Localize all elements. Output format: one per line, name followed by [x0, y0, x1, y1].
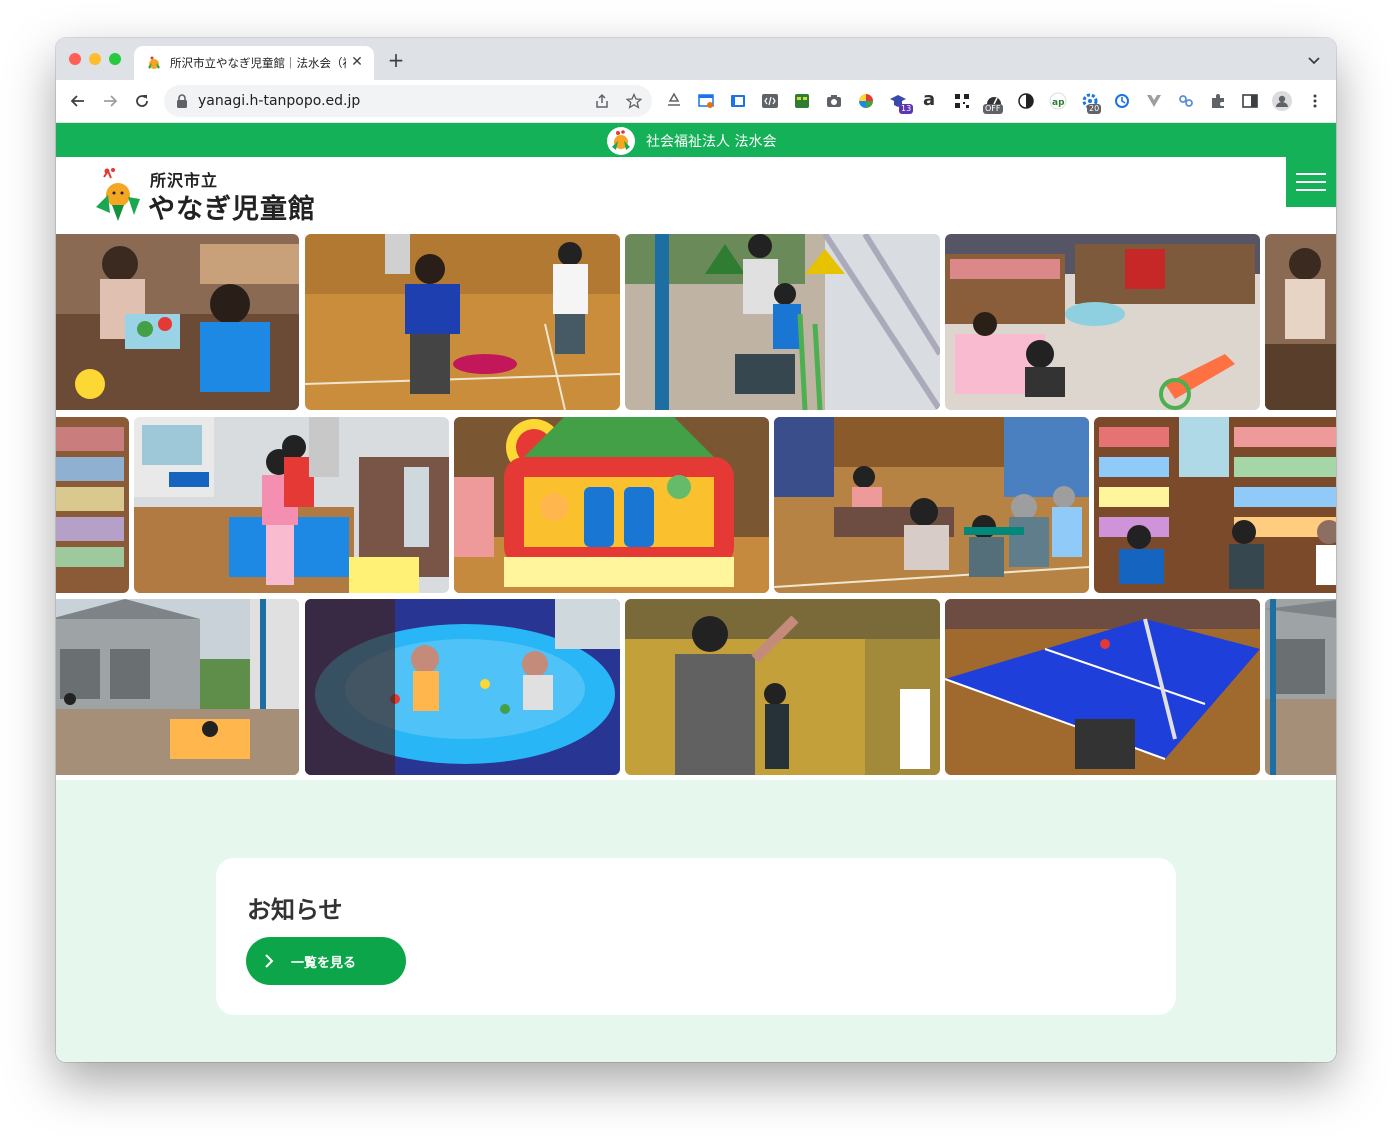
side-panel-icon[interactable]	[1241, 92, 1259, 110]
minimize-window-button[interactable]	[89, 53, 101, 65]
org-logo	[607, 127, 635, 155]
gallery-photo	[945, 234, 1260, 410]
news-title: お知らせ	[247, 896, 343, 924]
gallery-photo	[774, 417, 1089, 593]
news-section: お知らせ 一覧を見る	[216, 858, 1176, 1015]
extension-badge-13: 13	[899, 104, 914, 114]
hamburger-line	[1296, 181, 1326, 183]
qr-code-extension-icon[interactable]	[953, 92, 971, 110]
gallery-photo	[454, 417, 769, 593]
code-box-extension-icon[interactable]	[729, 92, 747, 110]
site-header: 所沢市立 やなぎ児童館	[56, 157, 1336, 234]
svg-text:ap: ap	[1052, 98, 1065, 108]
gallery-photo	[305, 599, 620, 775]
hamburger-menu-button[interactable]	[1286, 157, 1336, 207]
gallery-photo	[56, 417, 129, 593]
mascot-favicon-icon	[148, 56, 160, 69]
hamburger-line	[1296, 189, 1326, 191]
address-bar[interactable]: yanagi.h-tanpopo.ed.jp	[164, 85, 652, 117]
tab-title: 所沢市立やなぎ児童館｜法水会（福	[170, 56, 346, 70]
active-tab[interactable]: 所沢市立やなぎ児童館｜法水会（福 ✕	[134, 46, 374, 80]
camera-extension-icon[interactable]	[825, 92, 843, 110]
vue-devtools-extension-icon[interactable]	[1145, 92, 1163, 110]
gallery-photo	[134, 417, 449, 593]
browser-toolbar: yanagi.h-tanpopo.ed.jp 13 a OFF ap 20	[56, 80, 1336, 123]
lock-icon	[177, 94, 187, 108]
facility-name[interactable]: やなぎ児童館	[148, 187, 316, 226]
view-all-label: 一覧を見る	[291, 956, 357, 971]
maximize-window-button[interactable]	[109, 53, 121, 65]
kebab-menu-icon[interactable]	[1306, 92, 1324, 110]
share-icon[interactable]	[594, 93, 610, 109]
gallery-photo	[1265, 234, 1336, 410]
photo-gallery	[56, 234, 1336, 780]
bookmark-star-icon[interactable]	[626, 93, 642, 109]
back-arrow-icon[interactable]	[68, 91, 88, 111]
gallery-photo	[625, 234, 940, 410]
browser-window: 所沢市立やなぎ児童館｜法水会（福 ✕ + yanagi.h-tanpopo.ed…	[56, 38, 1336, 1062]
forward-arrow-icon[interactable]	[100, 91, 120, 111]
gallery-photo	[625, 599, 940, 775]
chevron-down-icon[interactable]	[1306, 52, 1322, 68]
org-name: 社会福祉法人 法水会	[646, 134, 777, 150]
desktop-background: 所沢市立やなぎ児童館｜法水会（福 ✕ + yanagi.h-tanpopo.ed…	[0, 0, 1392, 1136]
puzzle-extensions-icon[interactable]	[1209, 92, 1227, 110]
window-extension-icon[interactable]	[697, 92, 715, 110]
html-tag-extension-icon[interactable]	[761, 92, 779, 110]
tab-strip: 所沢市立やなぎ児童館｜法水会（福 ✕ +	[56, 38, 1336, 80]
gallery-photo	[305, 234, 620, 410]
tab-close-icon[interactable]: ✕	[348, 53, 366, 71]
history-extension-icon[interactable]	[1113, 92, 1131, 110]
new-tab-button[interactable]: +	[386, 50, 406, 70]
mascot-logo-icon	[612, 130, 630, 150]
gallery-photo	[1094, 417, 1336, 593]
org-banner[interactable]: 社会福祉法人 法水会	[56, 123, 1336, 157]
mascot-icon[interactable]	[94, 167, 144, 223]
dark-mode-extension-icon[interactable]	[1017, 92, 1035, 110]
extension-badge-off: OFF	[983, 104, 1003, 114]
robot-extension-icon[interactable]	[793, 92, 811, 110]
profile-avatar-icon[interactable]	[1272, 91, 1292, 111]
ap-extension-icon[interactable]: ap	[1049, 92, 1067, 110]
amazon-extension-icon[interactable]: a	[923, 89, 941, 110]
close-window-button[interactable]	[69, 53, 81, 65]
view-all-news-button[interactable]: 一覧を見る	[246, 937, 406, 985]
gallery-photo	[56, 599, 299, 775]
reload-icon[interactable]	[132, 91, 152, 111]
gallery-photo	[1265, 599, 1336, 775]
web-page: 社会福祉法人 法水会 所沢市立 やなぎ児童館 お知らせ 一覧を見る	[56, 123, 1336, 1062]
chevron-right-icon	[265, 954, 274, 968]
link-extension-icon[interactable]	[1177, 92, 1195, 110]
recycle-extension-icon[interactable]	[665, 92, 683, 110]
extension-badge-20: 20	[1087, 104, 1102, 114]
hamburger-line	[1296, 173, 1326, 175]
url-text: yanagi.h-tanpopo.ed.jp	[198, 93, 361, 109]
gallery-photo	[56, 234, 299, 410]
gallery-photo	[945, 599, 1260, 775]
color-wheel-extension-icon[interactable]	[857, 92, 875, 110]
